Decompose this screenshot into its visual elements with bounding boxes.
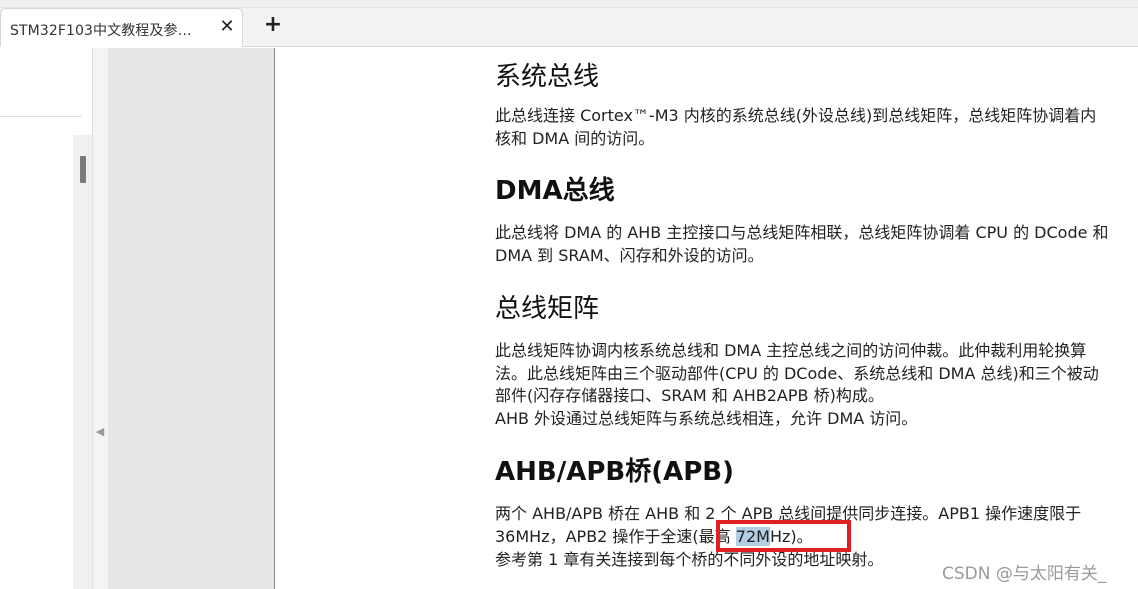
sidebar-scrollbar[interactable] [73, 135, 93, 589]
paragraph-dma-bus: 此总线将 DMA 的 AHB 主控接口与总线矩阵相联，总线矩阵协调着 CPU 的… [495, 223, 1109, 265]
window-top-strip [0, 0, 1138, 8]
heading-ahb-apb-bridge: AHB/APB桥(APB) [495, 457, 734, 487]
document-page: 系统总线 此总线连接 Cortex™-M3 内核的系统总线(外设总线)到总线矩阵… [276, 48, 1138, 589]
new-tab-button[interactable]: + [261, 14, 285, 38]
close-icon[interactable]: ✕ [217, 17, 237, 37]
bus-matrix-text-2: AHB 外设通过总线矩阵与系统总线相连，允许 DMA 访问。 [495, 409, 918, 429]
page-gutter [108, 48, 275, 589]
heading-bus-matrix: 总线矩阵 [495, 294, 600, 324]
scrollbar-thumb[interactable] [80, 156, 86, 183]
tab-title: STM32F103中文教程及参… [10, 23, 192, 39]
selected-text-highlight: 72M [735, 527, 770, 546]
sidebar-divider [0, 116, 82, 117]
tab-document[interactable]: STM32F103中文教程及参… ✕ [0, 8, 243, 47]
pane-splitter[interactable] [92, 48, 108, 589]
paragraph-bus-matrix: 此总线矩阵协调内核系统总线和 DMA 主控总线之间的访问仲裁。此仲裁利用轮换算法… [495, 340, 1110, 431]
collapse-arrow-icon[interactable]: ◀ [95, 425, 105, 439]
heading-dma-bus: DMA总线 [495, 176, 615, 206]
ahb-apb-text-after: Hz)。 [769, 527, 813, 546]
paragraph-system-bus: 此总线连接 Cortex™-M3 内核的系统总线(外设总线)到总线矩阵，总线矩阵… [495, 106, 1097, 148]
heading-system-bus: 系统总线 [495, 62, 600, 92]
ahb-apb-text-2: 参考第 1 章有关连接到每个桥的不同外设的地址映射。 [495, 550, 884, 569]
watermark-text: CSDN @与太阳有关_ [942, 564, 1107, 584]
bus-matrix-text-1: 此总线矩阵协调内核系统总线和 DMA 主控总线之间的访问仲裁。此仲裁利用轮换算法… [495, 341, 1099, 406]
